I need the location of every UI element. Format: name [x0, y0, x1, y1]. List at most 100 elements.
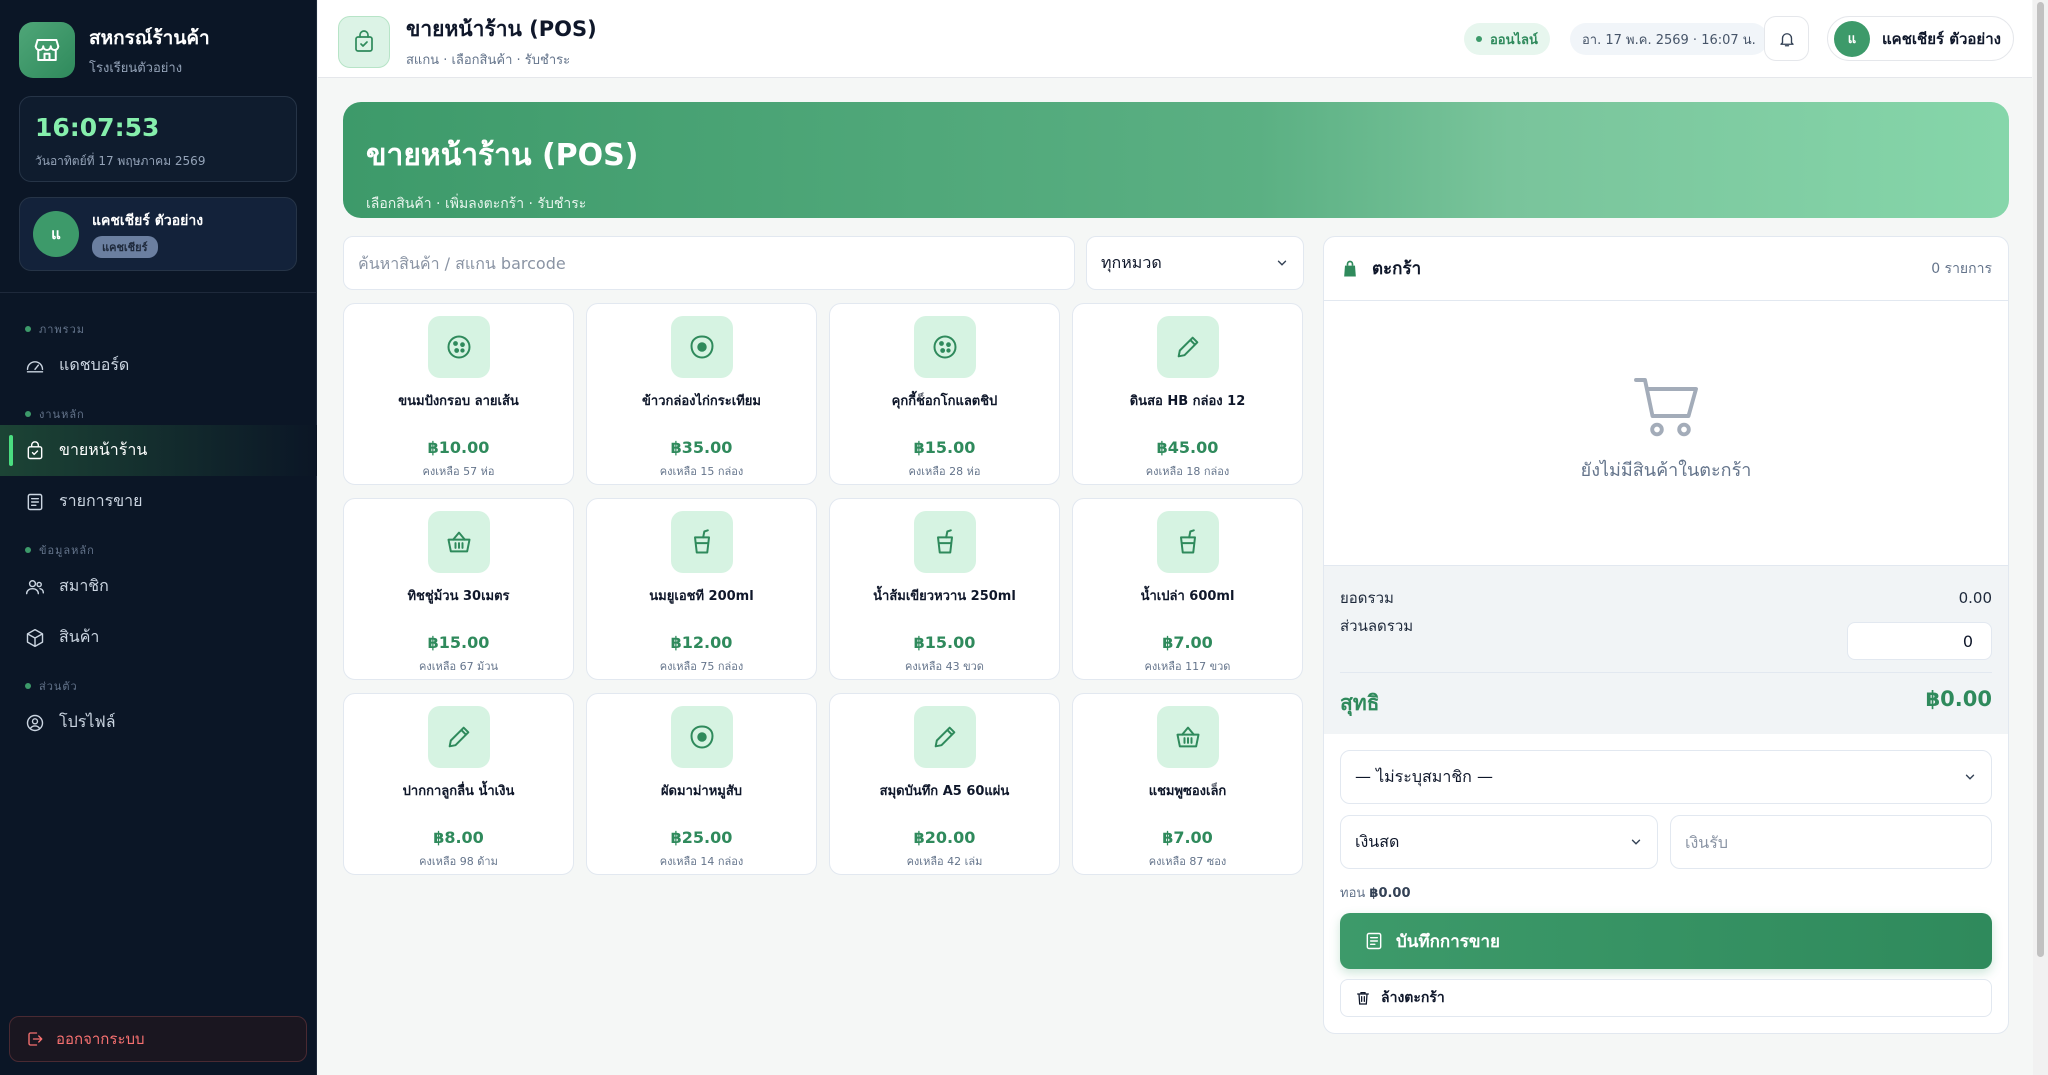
product-card[interactable]: คุกกี้ช็อกโกแลตชิป ฿15.00 คงเหลือ 28 ห่อ: [829, 303, 1060, 485]
product-card[interactable]: ขนมปังกรอบ ลายเส้น ฿10.00 คงเหลือ 57 ห่อ: [343, 303, 574, 485]
cart-totals: ยอดรวม 0.00 ส่วนลดรวม สุทธิ ฿0.00: [1324, 565, 2008, 734]
page-title: ขายหน้าร้าน (POS): [406, 17, 597, 41]
cup-icon: [670, 511, 733, 573]
sidebar-item-profile[interactable]: โปรไฟล์: [0, 697, 317, 748]
sidebar: สหกรณ์ร้านค้า โรงเรียนตัวอย่าง 16:07:53 …: [0, 0, 317, 1075]
product-card[interactable]: น้ำส้มเขียวหวาน 250ml ฿15.00 คงเหลือ 43 ขว…: [829, 498, 1060, 680]
product-name: สมุดบันทึก A5 60แผ่น: [879, 784, 1010, 799]
bell-icon: [1779, 32, 1794, 46]
product-price: ฿15.00: [913, 438, 976, 457]
logout-button[interactable]: ออกจากระบบ: [9, 1016, 307, 1062]
page-subtitle: สแกน · เลือกสินค้า · รับชำระ: [406, 53, 571, 68]
product-card[interactable]: สมุดบันทึก A5 60แผ่น ฿20.00 คงเหลือ 42 เล่…: [829, 693, 1060, 875]
nav-group-label: ข้อมูลหลัก: [39, 544, 95, 557]
member-select[interactable]: — ไม่ระบุสมาชิก —: [1340, 750, 1992, 804]
logout-label: ออกจากระบบ: [56, 1030, 145, 1048]
nav-group-master: ข้อมูลหลัก: [0, 539, 317, 561]
status-badge: ออนไลน์: [1464, 23, 1550, 55]
payment-method-select[interactable]: เงินสด: [1340, 815, 1658, 869]
product-name: นมยูเอชที 200ml: [649, 589, 754, 604]
cart-header: ตะกร้า 0 รายการ: [1324, 237, 2008, 301]
product-name: ผัดมาม่าหมูสับ: [660, 784, 743, 799]
scrollbar-thumb[interactable]: [2037, 2, 2044, 957]
shopping-bag-icon: [27, 440, 43, 459]
page-scrollbar[interactable]: [2033, 0, 2048, 1075]
shopping-bag-icon: [338, 15, 390, 68]
shopping-bag-icon: [1344, 260, 1356, 276]
product-card[interactable]: ทิชชู่ม้วน 30เมตร฿15.00 คงเหลือ 67 ม้วน: [343, 498, 574, 680]
product-stock: คงเหลือ 57 ห่อ: [422, 465, 495, 478]
status-label: ออนไลน์: [1490, 32, 1538, 48]
avatar: แ: [1834, 20, 1870, 57]
hero-banner: ขายหน้าร้าน (POS) เลือกสินค้า · เพิ่มลงต…: [343, 102, 2009, 218]
search-input[interactable]: [343, 236, 1075, 290]
clear-cart-button[interactable]: ล้างตะกร้า: [1340, 979, 1992, 1017]
product-card[interactable]: ผัดมาม่าหมูสับ ฿25.00 คงเหลือ 14 กล่อง: [586, 693, 817, 875]
product-card[interactable]: น้ำเปล่า 600ml ฿7.00 คงเหลือ 117 ขวด: [1072, 498, 1303, 680]
sidebar-item-label: สมาชิก: [59, 576, 109, 595]
save-sale-label: บันทึกการขาย: [1396, 931, 1501, 952]
egg-icon: [670, 706, 733, 768]
net-row: สุทธิ ฿0.00: [1340, 672, 1992, 720]
clock-card: 16:07:53 วันอาทิตย์ที่ 17 พฤษภาคม 2569: [19, 96, 297, 182]
net-value: ฿0.00: [1925, 687, 1992, 711]
basket-icon: [427, 511, 490, 573]
users-icon: [25, 579, 45, 594]
change-value: ฿0.00: [1369, 886, 1411, 901]
sidebar-item-label: สินค้า: [59, 627, 100, 646]
product-grid: ขนมปังกรอบ ลายเส้น ฿10.00 คงเหลือ 57 ห่อ ข้…: [343, 303, 1305, 875]
product-card[interactable]: ข้าวกล่องไก่กระเทียม ฿35.00 คงเหลือ 15 กล่…: [586, 303, 817, 485]
chevron-down-icon: [1631, 839, 1641, 845]
role-badge: แคชเชียร์: [92, 236, 158, 258]
product-name: แชมพูซองเล็ก: [1148, 784, 1227, 799]
user-menu-button[interactable]: แ แคชเชียร์ ตัวอย่าง: [1827, 16, 2014, 61]
product-name: ทิชชู่ม้วน 30เมตร: [407, 589, 510, 604]
product-stock: คงเหลือ 98 ด้าม: [419, 855, 498, 868]
product-card[interactable]: แชมพูซองเล็ก ฿7.00 คงเหลือ 87 ซอง: [1072, 693, 1303, 875]
notification-button[interactable]: [1764, 16, 1809, 61]
dashboard-icon: [26, 360, 44, 373]
discount-label: ส่วนลดรวม: [1340, 617, 1414, 635]
product-price: ฿45.00: [1156, 438, 1219, 457]
product-name: น้ำส้มเขียวหวาน 250ml: [873, 589, 1016, 604]
received-amount-input[interactable]: [1670, 815, 1992, 869]
discount-input[interactable]: [1847, 622, 1992, 660]
category-select[interactable]: ทุกหมวด: [1086, 236, 1304, 290]
hero-title: ขายหน้าร้าน (POS): [366, 138, 639, 173]
brand: สหกรณ์ร้านค้า โรงเรียนตัวอย่าง: [19, 22, 210, 78]
sidebar-item-dashboard[interactable]: แดชบอร์ด: [0, 340, 317, 391]
sidebar-item-members[interactable]: สมาชิก: [0, 561, 317, 612]
pencil-icon: [913, 706, 976, 768]
basket-icon: [1156, 706, 1219, 768]
subtotal-label: ยอดรวม: [1340, 589, 1394, 607]
cup-icon: [913, 511, 976, 573]
product-stock: คงเหลือ 14 กล่อง: [659, 855, 744, 868]
product-stock: คงเหลือ 75 กล่อง: [659, 660, 744, 673]
product-card[interactable]: ดินสอ HB กล่อง 12 ฿45.00 คงเหลือ 18 กล่อง: [1072, 303, 1303, 485]
logout-icon: [28, 1032, 43, 1046]
sidebar-item-label: รายการขาย: [59, 491, 143, 510]
product-price: ฿20.00: [913, 828, 976, 847]
change-label: ทอน: [1340, 886, 1366, 901]
product-card[interactable]: ปากกาลูกลื่น น้ำเงิน ฿8.00 คงเหลือ 98 ด้าม: [343, 693, 574, 875]
product-name: ดินสอ HB กล่อง 12: [1129, 394, 1246, 409]
hero-subtitle: เลือกสินค้า · เพิ่มลงตะกร้า · รับชำระ: [366, 196, 587, 212]
product-price: ฿8.00: [433, 828, 484, 847]
product-price: ฿15.00: [913, 633, 976, 652]
category-value: ทุกหมวด: [1101, 252, 1162, 272]
sidebar-item-label: ขายหน้าร้าน: [59, 440, 148, 459]
product-card[interactable]: นมยูเอชที 200ml ฿12.00 คงเหลือ 75 กล่อง: [586, 498, 817, 680]
sidebar-item-pos[interactable]: ขายหน้าร้าน: [0, 425, 317, 476]
checkout-form: — ไม่ระบุสมาชิก — เงินสด ทอน ฿0.00 บันทึ…: [1324, 734, 2008, 1033]
product-price: ฿7.00: [1162, 828, 1213, 847]
sidebar-item-sales[interactable]: รายการขาย: [0, 476, 317, 527]
product-stock: คงเหลือ 67 ม้วน: [418, 660, 499, 673]
cart-title: ตะกร้า: [1372, 259, 1422, 279]
save-sale-button[interactable]: บันทึกการขาย: [1340, 913, 1992, 969]
change-line: ทอน ฿0.00: [1340, 882, 1992, 903]
box-icon: [26, 628, 44, 647]
product-price: ฿15.00: [427, 633, 490, 652]
sidebar-item-products[interactable]: สินค้า: [0, 612, 317, 663]
receipt-icon: [1366, 932, 1382, 950]
cart-icon: [1634, 378, 1698, 437]
